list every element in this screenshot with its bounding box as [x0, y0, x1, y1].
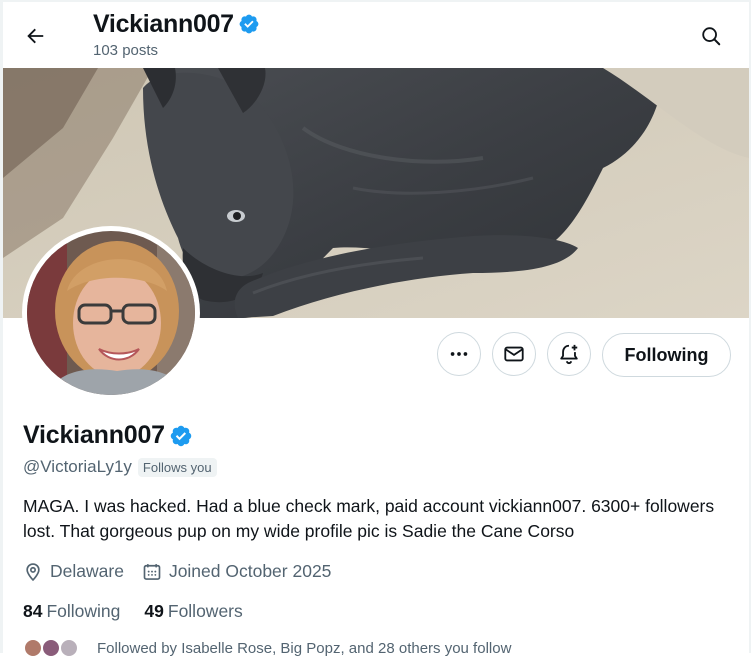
- location-text: Delaware: [50, 561, 124, 581]
- notifications-button[interactable]: [547, 332, 591, 376]
- header-post-count: 103 posts: [93, 42, 159, 59]
- follow-stats: 84 Following 49 Followers: [23, 601, 267, 622]
- joined-text: Joined October 2025: [168, 561, 332, 581]
- profile-name-row: Vickiann007: [23, 421, 193, 450]
- verified-badge-icon[interactable]: [169, 424, 193, 448]
- user-handle: @VictoriaLy1y: [23, 457, 132, 476]
- profile-meta: Delaware Joined October 2025: [23, 561, 349, 582]
- following-count-link[interactable]: 84 Following: [23, 601, 120, 622]
- followed-by-row[interactable]: Followed by Isabelle Rose, Big Popz, and…: [23, 638, 511, 658]
- verified-badge-icon: [239, 14, 259, 34]
- followed-by-avatars: [23, 638, 85, 658]
- more-options-button[interactable]: [437, 332, 481, 376]
- followers-count: 49: [144, 601, 164, 621]
- handle-row: @VictoriaLy1y Follows you: [23, 457, 217, 477]
- avatar-photo: [27, 231, 195, 395]
- following-button[interactable]: Following: [602, 333, 731, 377]
- profile-bio: MAGA. I was hacked. Had a blue check mar…: [23, 496, 715, 541]
- following-count: 84: [23, 601, 43, 621]
- profile-avatar[interactable]: [22, 226, 200, 400]
- followers-label: Followers: [167, 601, 243, 621]
- header-title: Vickiann007: [93, 10, 234, 38]
- followed-by-text: Followed by Isabelle Rose, Big Popz, and…: [97, 639, 512, 657]
- calendar-icon: [143, 563, 161, 580]
- mini-avatar: [41, 638, 61, 658]
- location-item: Delaware: [23, 561, 124, 582]
- display-name: Vickiann007: [23, 421, 165, 449]
- notification-add-icon: [560, 344, 578, 365]
- joined-item: Joined October 2025: [142, 561, 331, 582]
- back-arrow-icon: [27, 28, 44, 44]
- header-title-block: Vickiann007 103 posts: [93, 8, 260, 60]
- back-button[interactable]: [17, 18, 53, 54]
- search-icon: [702, 27, 721, 46]
- more-icon: [450, 352, 468, 356]
- search-button[interactable]: [693, 18, 729, 54]
- follows-you-badge: Follows you: [137, 457, 217, 477]
- mail-icon: [504, 346, 524, 362]
- mini-avatar: [23, 638, 43, 658]
- location-icon: [26, 562, 40, 581]
- profile-header: Vickiann007 103 posts: [3, 2, 749, 68]
- followers-count-link[interactable]: 49 Followers: [144, 601, 242, 622]
- message-button[interactable]: [492, 332, 536, 376]
- mini-avatar: [59, 638, 79, 658]
- following-label: Following: [46, 601, 121, 621]
